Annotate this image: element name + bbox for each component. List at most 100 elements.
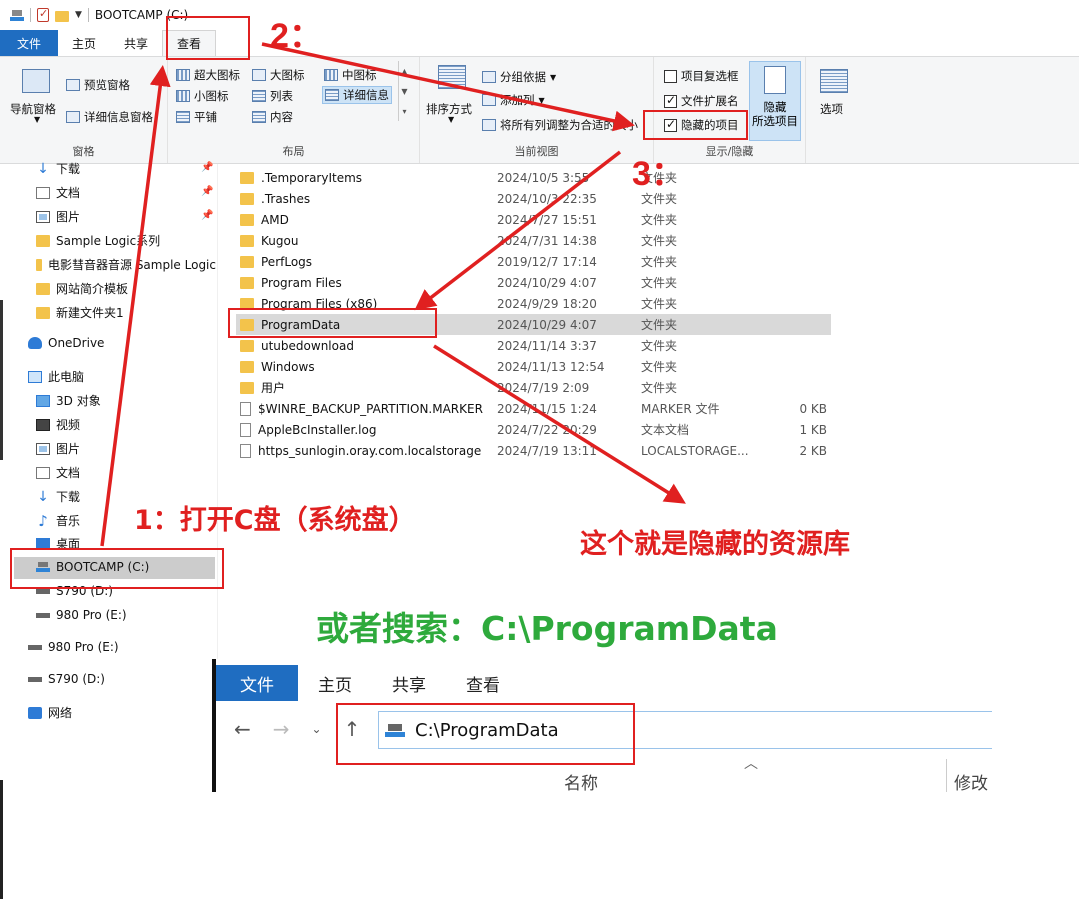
drive-icon (28, 673, 42, 685)
folder-icon (36, 234, 50, 247)
file-row[interactable]: 用户 2024/7/19 2:09 文件夹 (236, 377, 831, 398)
column-header-name[interactable]: 名称 (564, 769, 598, 794)
nav-item-folder[interactable]: Sample Logic系列 (36, 232, 160, 249)
nav-item-downloads-pc[interactable]: ↓ 下载 (36, 488, 80, 505)
sort-by-icon[interactable] (438, 65, 466, 89)
nav-item-documents-pc[interactable]: 文档 (36, 464, 80, 481)
file-row[interactable]: AMD 2024/7/27 15:51 文件夹 (236, 209, 831, 230)
column-header-modified[interactable]: 修改 (954, 769, 988, 794)
file-size: 2 KB (799, 443, 827, 458)
file-name: Windows (261, 359, 315, 374)
file-row[interactable]: AppleBcInstaller.log 2024/7/22 20:29 文本文档 1… (236, 419, 831, 440)
file-type: 文本文档 (641, 423, 690, 437)
nav-item-this-pc[interactable]: 此电脑 (28, 368, 84, 385)
file-name: .Trashes (261, 191, 311, 206)
nav-item-videos[interactable]: 视频 (36, 416, 80, 433)
file-date: 2024/10/5 3:55 (497, 170, 590, 185)
preview-pane-icon (66, 79, 80, 91)
options-icon[interactable] (820, 69, 848, 93)
file-size: 1 KB (799, 422, 827, 437)
file-row[interactable]: Windows 2024/11/13 12:54 文件夹 (236, 356, 831, 377)
folder-icon (240, 192, 254, 205)
separator (30, 8, 31, 22)
add-column-button[interactable]: 添加列 ▼ (482, 92, 545, 108)
file-row[interactable]: Kugou 2024/7/31 14:38 文件夹 (236, 230, 831, 251)
inset-tab-view[interactable]: 查看 (446, 665, 520, 701)
layout-list[interactable]: 列表 (252, 88, 293, 104)
layout-medium-icons[interactable]: 中图标 (324, 67, 377, 83)
nav-item-980pro-e-root[interactable]: 980 Pro (E:) (28, 640, 119, 654)
item-checkboxes-checkbox[interactable] (664, 69, 677, 83)
customize-toolbar-chevron-icon[interactable]: ▼ (75, 10, 82, 20)
nav-item-folder[interactable]: 新建文件夹1 (36, 304, 124, 321)
options-button[interactable]: 选项 (820, 101, 843, 117)
file-row[interactable]: https_sunlogin.oray.com.localstorage 2024… (236, 440, 831, 461)
layout-small-icons[interactable]: 小图标 (176, 88, 229, 104)
document-icon (36, 466, 50, 479)
folder-icon (240, 234, 254, 247)
annotation-box-hidden-items (643, 110, 748, 140)
nav-item-3d-objects[interactable]: 3D 对象 (36, 392, 101, 409)
separator (87, 8, 89, 22)
nav-item-pictures[interactable]: 图片 (36, 208, 80, 225)
recent-chevron-icon[interactable]: ⌄ (312, 722, 322, 736)
inset-tab-home[interactable]: 主页 (298, 665, 372, 701)
hide-selected-items-button[interactable]: 隐藏 所选项目 (749, 61, 801, 141)
layout-large-icons[interactable]: 大图标 (252, 67, 305, 83)
nav-item-onedrive[interactable]: OneDrive (28, 336, 104, 350)
sort-chevron-up-icon: ︿ (744, 756, 758, 772)
new-folder-icon[interactable] (55, 11, 69, 22)
inset-tab-share[interactable]: 共享 (372, 665, 446, 701)
file-row[interactable]: utubedownload 2024/11/14 3:37 文件夹 (236, 335, 831, 356)
layout-gallery-scroller[interactable]: ▲ ▼ ▾ (398, 61, 410, 121)
layout-content[interactable]: 内容 (252, 109, 293, 125)
nav-item-network[interactable]: 网络 (28, 704, 72, 721)
list-icon (252, 90, 266, 102)
back-arrow-icon[interactable]: ← (234, 717, 251, 741)
forward-arrow-icon[interactable]: → (273, 717, 290, 741)
nav-item-s790-d-root[interactable]: S790 (D:) (28, 672, 105, 686)
file-row[interactable]: .Trashes 2024/10/3 22:35 文件夹 (236, 188, 831, 209)
details-pane-button[interactable]: 详细信息窗格 (66, 109, 153, 125)
layout-tiles[interactable]: 平铺 (176, 109, 217, 125)
file-extensions-checkbox[interactable] (664, 93, 677, 108)
nav-item-folder[interactable]: 网站简介模板 (36, 280, 128, 297)
layout-details[interactable]: 详细信息 (322, 86, 392, 104)
preview-pane-button[interactable]: 预览窗格 (66, 77, 130, 93)
file-type: 文件夹 (641, 318, 678, 332)
layout-group: 超大图标 大图标 中图标 小图标 列表 详细信息 平铺 内容 ▲ ▼ ▾ 布局 (168, 57, 420, 163)
nav-pane-button[interactable]: 导航窗格 (10, 101, 56, 117)
properties-icon[interactable] (37, 7, 49, 22)
folder-icon (240, 255, 254, 268)
file-row[interactable]: $WINRE_BACKUP_PARTITION.MARKER 2024/11/15… (236, 398, 831, 419)
item-checkboxes-option[interactable]: 项目复选框 (664, 68, 739, 84)
file-date: 2024/10/29 4:07 (497, 275, 597, 290)
nav-item-music[interactable]: ♪ 音乐 (36, 512, 80, 529)
nav-item-980pro-e[interactable]: 980 Pro (E:) (36, 608, 127, 622)
folder-icon (240, 381, 254, 394)
tab-home[interactable]: 主页 (58, 30, 110, 56)
sort-by-chevron-icon[interactable]: ▼ (448, 115, 454, 124)
nav-item-documents[interactable]: 文档 (36, 184, 80, 201)
file-extensions-option[interactable]: 文件扩展名 (664, 93, 739, 109)
tab-share[interactable]: 共享 (110, 30, 162, 56)
file-row[interactable]: PerfLogs 2019/12/7 17:14 文件夹 (236, 251, 831, 272)
nav-item-folder[interactable]: 电影彗音器音源 Sample Logic (36, 256, 216, 273)
layout-extra-large-icons[interactable]: 超大图标 (176, 67, 240, 83)
nav-pane-chevron-icon[interactable]: ▼ (34, 115, 40, 124)
nav-item-pictures-pc[interactable]: 图片 (36, 440, 80, 457)
folder-icon (240, 360, 254, 373)
folder-icon (36, 306, 50, 319)
nav-pane-icon[interactable] (22, 69, 50, 93)
nav-item-downloads[interactable]: ↓ 下载 (36, 160, 80, 177)
file-row[interactable]: Program Files 2024/10/29 4:07 文件夹 (236, 272, 831, 293)
cube-icon (36, 394, 50, 407)
tab-file[interactable]: 文件 (0, 30, 58, 56)
file-row[interactable]: .TemporaryItems 2024/10/5 3:55 文件夹 (236, 167, 831, 188)
inset-tab-file[interactable]: 文件 (216, 665, 298, 701)
quick-access-toolbar: ▼ (10, 7, 89, 22)
size-all-columns-button[interactable]: 将所有列调整为合适的大小 (482, 117, 638, 133)
group-label-current-view: 当前视图 (514, 145, 559, 158)
title-bar: ▼ BOOTCAMP (C:) (0, 0, 1079, 30)
group-by-button[interactable]: 分组依据 ▼ (482, 69, 556, 85)
